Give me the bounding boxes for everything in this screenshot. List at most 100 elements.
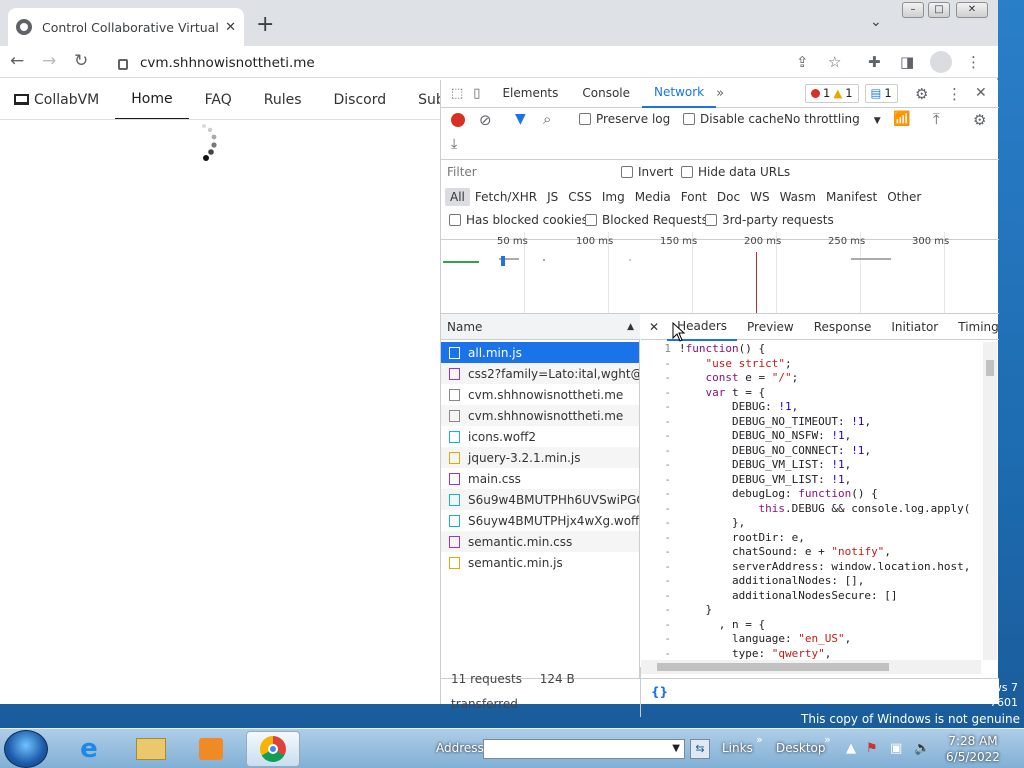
- network-conditions-icon[interactable]: 📶: [893, 111, 910, 127]
- nav-home[interactable]: Home: [115, 80, 189, 119]
- type-filter-js[interactable]: JS: [542, 188, 563, 206]
- type-filter-img[interactable]: Img: [597, 188, 630, 206]
- address-dropdown-icon[interactable]: ▼: [672, 743, 680, 754]
- tab-timing[interactable]: Timing: [948, 314, 1009, 340]
- devtools-menu-icon[interactable]: ⋮: [947, 85, 962, 103]
- inspect-element-icon[interactable]: ⬚: [441, 86, 469, 101]
- network-settings-gear-icon[interactable]: ⚙: [973, 111, 986, 129]
- request-row[interactable]: main.css: [441, 468, 639, 489]
- vertical-scrollbar[interactable]: [983, 342, 997, 660]
- type-filter-all[interactable]: All: [445, 188, 470, 206]
- third-party-checkbox[interactable]: 3rd-party requests: [705, 213, 834, 227]
- desktop-chevron-icon[interactable]: »: [824, 733, 831, 746]
- system-clock[interactable]: 7:28 AM 6/5/2022: [942, 733, 1004, 765]
- close-devtools-icon[interactable]: ✕: [975, 85, 987, 101]
- response-code-view[interactable]: 1 !function() {- "use strict"; - const e =…: [641, 342, 981, 660]
- new-tab-button[interactable]: +: [256, 12, 274, 37]
- tab-network[interactable]: Network: [642, 79, 717, 108]
- profile-avatar[interactable]: [930, 51, 952, 73]
- links-toolbar[interactable]: Links: [722, 741, 753, 755]
- internet-explorer-icon[interactable]: e: [62, 731, 116, 767]
- menu-kebab-icon[interactable]: ⋮: [966, 53, 981, 71]
- record-icon[interactable]: [451, 113, 465, 127]
- nav-faq[interactable]: FAQ: [189, 81, 248, 119]
- close-window-button[interactable]: ✕: [956, 2, 988, 18]
- address-bar[interactable]: cvm.shhnowisnottheti.me: [108, 50, 848, 76]
- type-filter-manifest[interactable]: Manifest: [821, 188, 882, 206]
- file-explorer-icon[interactable]: [124, 731, 178, 767]
- share-icon[interactable]: ⇪: [796, 53, 809, 71]
- throttling-select[interactable]: No throttling ▼: [784, 112, 881, 126]
- action-center-flag-icon[interactable]: ⚑: [866, 741, 878, 756]
- request-row[interactable]: icons.woff2: [441, 426, 639, 447]
- type-filter-doc[interactable]: Doc: [712, 188, 745, 206]
- import-har-icon[interactable]: ⤒: [933, 110, 940, 128]
- scrollbar-thumb[interactable]: [986, 360, 994, 376]
- request-row[interactable]: css2?family=Lato:ital,wght@0,...: [441, 363, 639, 384]
- request-row[interactable]: S6uyw4BMUTPHjx4wXg.woff2: [441, 510, 639, 531]
- network-tray-icon[interactable]: ▣: [890, 741, 902, 756]
- site-brand[interactable]: CollabVM: [0, 92, 115, 108]
- export-har-icon[interactable]: ⤓: [451, 136, 457, 152]
- device-toolbar-icon[interactable]: ▯: [469, 86, 490, 101]
- type-filter-other[interactable]: Other: [882, 188, 926, 206]
- blocked-requests-checkbox[interactable]: Blocked Requests: [585, 213, 708, 227]
- request-row[interactable]: semantic.min.js: [441, 552, 639, 573]
- tab-preview[interactable]: Preview: [737, 314, 804, 340]
- tab-response[interactable]: Response: [804, 314, 882, 340]
- disable-cache-checkbox[interactable]: Disable cache: [683, 112, 784, 126]
- scrollbar-thumb[interactable]: [657, 663, 889, 671]
- more-tabs-icon[interactable]: »: [716, 86, 724, 101]
- blocked-cookies-checkbox[interactable]: Has blocked cookies: [449, 213, 588, 227]
- volume-icon[interactable]: 🔊: [914, 741, 930, 756]
- request-row[interactable]: jquery-3.2.1.min.js: [441, 447, 639, 468]
- invert-checkbox[interactable]: Invert: [621, 165, 673, 179]
- filter-input[interactable]: Filter: [447, 165, 607, 179]
- start-button[interactable]: [4, 730, 48, 768]
- minimize-button[interactable]: –: [902, 2, 924, 18]
- nav-discord[interactable]: Discord: [318, 81, 403, 119]
- tab-search-chevron-icon[interactable]: ⌄: [870, 14, 882, 30]
- close-detail-icon[interactable]: ✕: [641, 314, 667, 340]
- clear-icon[interactable]: ⊘: [479, 111, 492, 129]
- type-filter-fetch-xhr[interactable]: Fetch/XHR: [470, 188, 542, 206]
- bookmark-star-icon[interactable]: ☆: [828, 53, 841, 71]
- chrome-taskbar-icon[interactable]: [246, 731, 300, 767]
- nav-rules[interactable]: Rules: [248, 81, 318, 119]
- tab-close-icon[interactable]: ✕: [225, 20, 236, 35]
- filter-icon[interactable]: ▼: [515, 111, 526, 127]
- search-icon[interactable]: ⌕: [543, 110, 551, 128]
- tab-elements[interactable]: Elements: [490, 80, 570, 107]
- hide-data-urls-checkbox[interactable]: Hide data URLs: [681, 165, 790, 179]
- messages-badge[interactable]: ▤ 1: [864, 84, 898, 103]
- address-go-icon[interactable]: ⇆: [690, 739, 710, 759]
- tab-initiator[interactable]: Initiator: [881, 314, 948, 340]
- request-row[interactable]: semantic.min.css: [441, 531, 639, 552]
- side-panel-icon[interactable]: ◨: [900, 53, 914, 71]
- network-overview-timeline[interactable]: 50 ms 100 ms 150 ms 200 ms 250 ms 300 ms: [441, 232, 999, 314]
- preserve-log-checkbox[interactable]: Preserve log: [579, 112, 670, 126]
- desktop-toolbar[interactable]: Desktop: [776, 741, 826, 755]
- address-toolbar-input[interactable]: ▼: [483, 739, 685, 759]
- show-hidden-icons-icon[interactable]: ▲: [846, 741, 856, 756]
- type-filter-wasm[interactable]: Wasm: [775, 188, 821, 206]
- browser-tab[interactable]: Control Collaborative Virtual Ma ✕: [8, 8, 244, 46]
- forward-arrow-icon[interactable]: →: [42, 51, 56, 71]
- nav-subreddit[interactable]: Subre: [402, 81, 440, 119]
- request-row[interactable]: S6u9w4BMUTPHh6UVSwiPGQ...: [441, 489, 639, 510]
- type-filter-css[interactable]: CSS: [563, 188, 597, 206]
- type-filter-font[interactable]: Font: [676, 188, 712, 206]
- settings-gear-icon[interactable]: ⚙: [915, 85, 928, 103]
- request-row[interactable]: cvm.shhnowisnottheti.me: [441, 384, 639, 405]
- request-row[interactable]: cvm.shhnowisnottheti.me: [441, 405, 639, 426]
- error-warning-badge[interactable]: 1 ▲ 1: [805, 84, 859, 103]
- extensions-puzzle-icon[interactable]: ✚: [868, 53, 881, 71]
- name-column-header[interactable]: Name ▲: [441, 314, 640, 340]
- pretty-print-button[interactable]: {}: [641, 685, 668, 699]
- back-arrow-icon[interactable]: ←: [10, 51, 24, 71]
- reload-icon[interactable]: ↻: [74, 51, 88, 71]
- maximize-button[interactable]: □: [928, 2, 950, 18]
- horizontal-scrollbar[interactable]: [641, 660, 981, 674]
- request-row[interactable]: all.min.js: [441, 342, 639, 363]
- type-filter-ws[interactable]: WS: [745, 188, 774, 206]
